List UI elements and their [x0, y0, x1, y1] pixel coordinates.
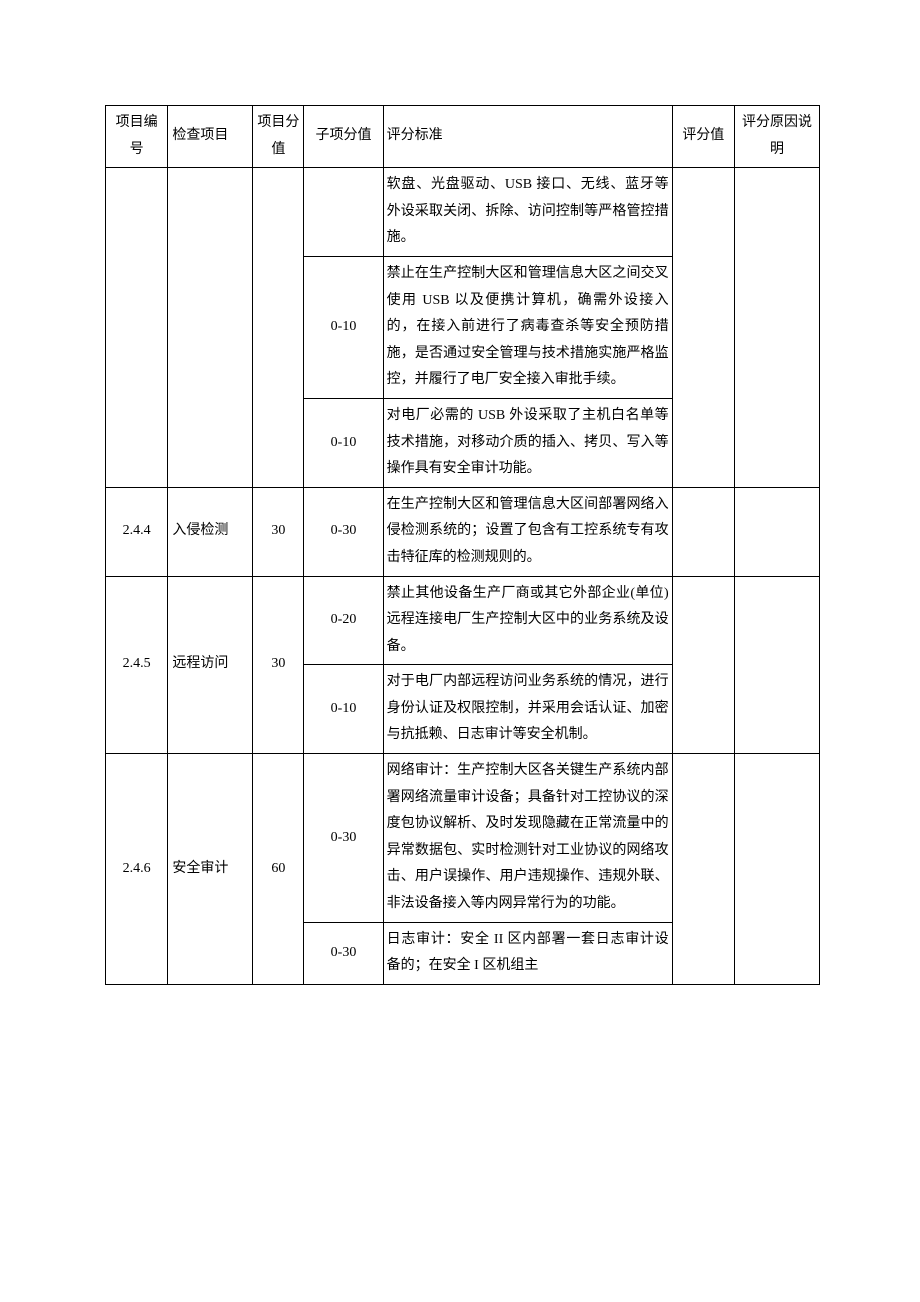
cell-id: 2.4.6 — [106, 754, 168, 985]
cell-item — [168, 168, 253, 488]
cell-score: 30 — [253, 576, 304, 754]
scoring-table: 项目编号 检查项目 项目分值 子项分值 评分标准 评分值 评分原因说明 软盘、光… — [105, 105, 820, 985]
cell-rsn — [734, 168, 819, 488]
table-row: 软盘、光盘驱动、USB 接口、无线、蓝牙等外设采取关闭、拆除、访问控制等严格管控… — [106, 168, 820, 257]
cell-sub — [304, 168, 383, 257]
cell-sub: 0-10 — [304, 665, 383, 754]
cell-item: 远程访问 — [168, 576, 253, 754]
table-row: 2.4.6安全审计600-30网络审计：生产控制大区各关键生产系统内部署网络流量… — [106, 754, 820, 923]
header-id: 项目编号 — [106, 106, 168, 168]
cell-item: 入侵检测 — [168, 487, 253, 576]
cell-val — [672, 168, 734, 488]
cell-score: 30 — [253, 487, 304, 576]
cell-val — [672, 487, 734, 576]
cell-std: 对于电厂内部远程访问业务系统的情况，进行身份认证及权限控制，并采用会话认证、加密… — [383, 665, 672, 754]
cell-rsn — [734, 754, 819, 985]
header-std: 评分标准 — [383, 106, 672, 168]
cell-sub: 0-30 — [304, 922, 383, 984]
header-rsn: 评分原因说明 — [734, 106, 819, 168]
header-item: 检查项目 — [168, 106, 253, 168]
cell-sub: 0-10 — [304, 256, 383, 398]
cell-score: 60 — [253, 754, 304, 985]
cell-rsn — [734, 576, 819, 754]
cell-id: 2.4.4 — [106, 487, 168, 576]
cell-std: 日志审计：安全 II 区内部署一套日志审计设备的；在安全 I 区机组主 — [383, 922, 672, 984]
cell-score — [253, 168, 304, 488]
cell-item: 安全审计 — [168, 754, 253, 985]
table-row: 2.4.5远程访问300-20禁止其他设备生产厂商或其它外部企业(单位)远程连接… — [106, 576, 820, 665]
cell-rsn — [734, 487, 819, 576]
cell-val — [672, 754, 734, 985]
header-row: 项目编号 检查项目 项目分值 子项分值 评分标准 评分值 评分原因说明 — [106, 106, 820, 168]
cell-std: 在生产控制大区和管理信息大区间部署网络入侵检测系统的；设置了包含有工控系统专有攻… — [383, 487, 672, 576]
header-val: 评分值 — [672, 106, 734, 168]
cell-sub: 0-10 — [304, 398, 383, 487]
cell-std: 软盘、光盘驱动、USB 接口、无线、蓝牙等外设采取关闭、拆除、访问控制等严格管控… — [383, 168, 672, 257]
cell-std: 对电厂必需的 USB 外设采取了主机白名单等技术措施，对移动介质的插入、拷贝、写… — [383, 398, 672, 487]
cell-id: 2.4.5 — [106, 576, 168, 754]
header-score: 项目分值 — [253, 106, 304, 168]
cell-sub: 0-30 — [304, 754, 383, 923]
cell-sub: 0-20 — [304, 576, 383, 665]
table-row: 2.4.4入侵检测300-30在生产控制大区和管理信息大区间部署网络入侵检测系统… — [106, 487, 820, 576]
header-sub: 子项分值 — [304, 106, 383, 168]
cell-sub: 0-30 — [304, 487, 383, 576]
cell-val — [672, 576, 734, 754]
cell-std: 禁止在生产控制大区和管理信息大区之间交叉使用 USB 以及便携计算机，确需外设接… — [383, 256, 672, 398]
cell-std: 禁止其他设备生产厂商或其它外部企业(单位)远程连接电厂生产控制大区中的业务系统及… — [383, 576, 672, 665]
cell-id — [106, 168, 168, 488]
cell-std: 网络审计：生产控制大区各关键生产系统内部署网络流量审计设备；具备针对工控协议的深… — [383, 754, 672, 923]
